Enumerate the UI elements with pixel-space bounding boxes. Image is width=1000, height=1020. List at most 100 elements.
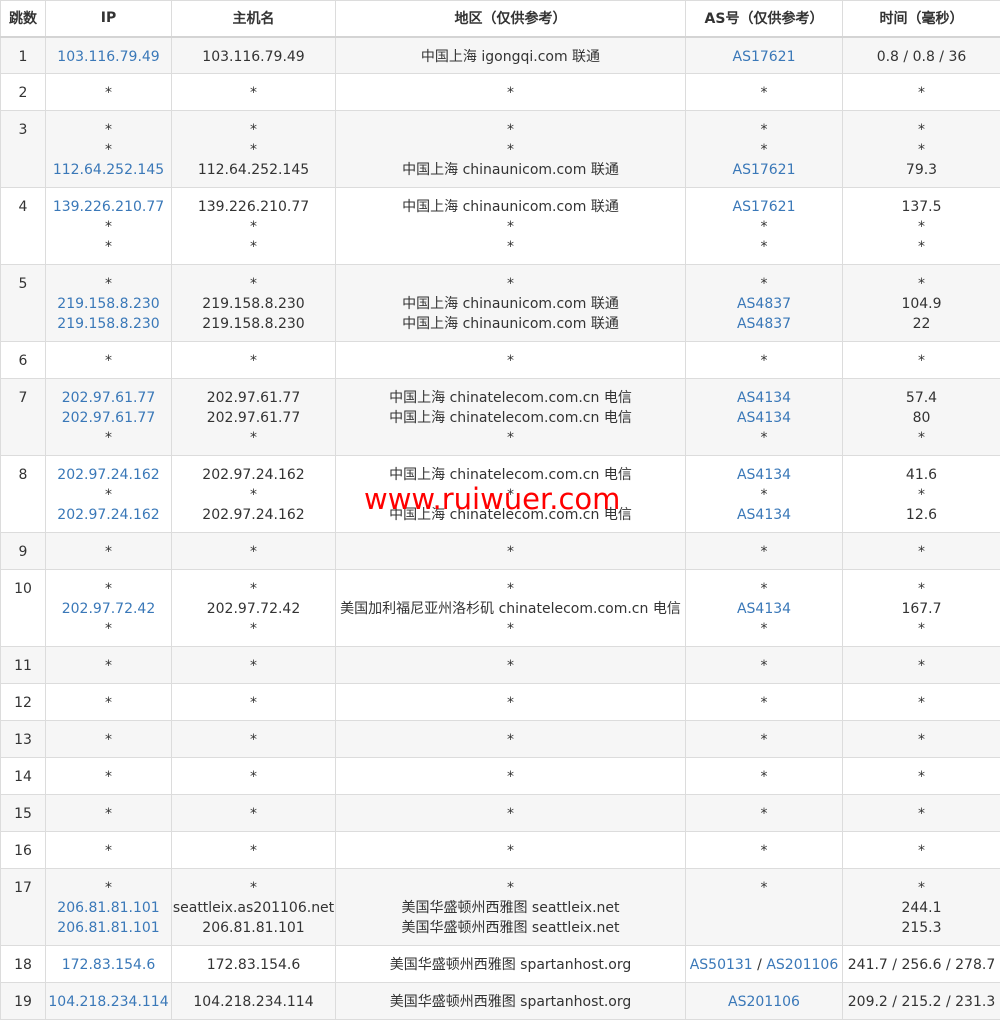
as-placeholder: *	[761, 239, 768, 255]
table-header-row: 跳数 IP 主机名 地区（仅供参考） AS号（仅供参考） 时间（毫秒）	[1, 1, 1000, 37]
as-cell: *	[686, 74, 843, 111]
as-cell: * AS4134 *	[686, 570, 843, 647]
ip-link[interactable]: 219.158.8.230	[46, 294, 171, 314]
hostname-text: 219.158.8.230	[172, 314, 335, 334]
as-line: *	[686, 693, 842, 713]
hostname-cell: *	[172, 647, 336, 684]
time-cell: 57.480*	[843, 379, 1000, 456]
as-cell: AS17621 * *	[686, 188, 843, 265]
as-number-link[interactable]: AS50131	[690, 957, 753, 973]
as-number-link[interactable]: AS17621	[733, 199, 796, 215]
ip-link[interactable]: 104.218.234.114	[46, 992, 171, 1012]
time-cell: *244.1215.3	[843, 869, 1000, 946]
as-number-link[interactable]: AS17621	[733, 162, 796, 178]
ip-link[interactable]: 139.226.210.77	[46, 197, 171, 217]
ip-link: *	[46, 120, 171, 140]
hop-number: 7	[19, 390, 28, 406]
as-number-link[interactable]: AS201106	[728, 994, 800, 1010]
hop-number: 12	[14, 695, 32, 711]
hop-cell: 5	[1, 265, 46, 342]
hostname-text: *	[172, 120, 335, 140]
time-text: *	[843, 656, 1000, 676]
region-text: 美国华盛顿州西雅图 seattleix.net	[336, 918, 685, 938]
hostname-text: 172.83.154.6	[172, 955, 335, 975]
as-cell: *	[686, 758, 843, 795]
ip-link[interactable]: 219.158.8.230	[46, 314, 171, 334]
time-text: *	[843, 140, 1000, 160]
as-number-link[interactable]: AS201106	[766, 957, 838, 973]
table-row: 12*****	[1, 684, 1000, 721]
ip-link[interactable]: 103.116.79.49	[46, 47, 171, 67]
region-cell: 美国华盛顿州西雅图 spartanhost.org	[336, 983, 686, 1020]
ip-link[interactable]: 202.97.24.162	[46, 505, 171, 525]
time-cell: 41.6*12.6	[843, 456, 1000, 533]
as-line: *	[686, 656, 842, 676]
time-text: *	[843, 274, 1000, 294]
as-cell: *	[686, 869, 843, 946]
as-number-link[interactable]: AS4134	[737, 601, 791, 617]
region-cell: 中国上海 chinaunicom.com 联通**	[336, 188, 686, 265]
as-number-link[interactable]: AS4837	[737, 296, 791, 312]
time-text: 22	[843, 314, 1000, 334]
ip-link[interactable]: 202.97.61.77	[46, 408, 171, 428]
as-placeholder: *	[761, 621, 768, 637]
as-placeholder: *	[761, 142, 768, 158]
ip-cell: *	[46, 721, 172, 758]
hop-number: 16	[14, 843, 32, 859]
hop-cell: 10	[1, 570, 46, 647]
as-line: *	[686, 579, 842, 599]
ip-link[interactable]: 206.81.81.101	[46, 918, 171, 938]
as-placeholder: *	[761, 219, 768, 235]
region-cell: *美国华盛顿州西雅图 seattleix.net美国华盛顿州西雅图 seattl…	[336, 869, 686, 946]
ip-cell: 202.97.24.162*202.97.24.162	[46, 456, 172, 533]
hostname-text: *	[172, 83, 335, 103]
region-text: *	[336, 841, 685, 861]
as-cell: *	[686, 721, 843, 758]
region-cell: **中国上海 chinaunicom.com 联通	[336, 111, 686, 188]
ip-link[interactable]: 202.97.72.42	[46, 599, 171, 619]
ip-link[interactable]: 172.83.154.6	[46, 955, 171, 975]
ip-link: *	[46, 140, 171, 160]
hostname-cell: 202.97.61.77202.97.61.77*	[172, 379, 336, 456]
as-cell: *	[686, 832, 843, 869]
ip-link[interactable]: 202.97.61.77	[46, 388, 171, 408]
hostname-text: *	[172, 140, 335, 160]
ip-link[interactable]: 112.64.252.145	[46, 160, 171, 180]
hop-cell: 8	[1, 456, 46, 533]
as-line	[686, 918, 842, 938]
as-number-link[interactable]: AS4134	[737, 507, 791, 523]
hop-number: 13	[14, 732, 32, 748]
region-text: *	[336, 693, 685, 713]
table-row: 5*219.158.8.230219.158.8.230*219.158.8.2…	[1, 265, 1000, 342]
as-number-link[interactable]: AS4134	[737, 467, 791, 483]
hop-cell: 17	[1, 869, 46, 946]
time-text: 209.2 / 215.2 / 231.3	[843, 992, 1000, 1012]
time-cell: 137.5**	[843, 188, 1000, 265]
as-number-link[interactable]: AS17621	[733, 49, 796, 65]
as-placeholder: *	[761, 430, 768, 446]
region-text: *	[336, 878, 685, 898]
ip-link[interactable]: 202.97.24.162	[46, 465, 171, 485]
ip-link[interactable]: 206.81.81.101	[46, 898, 171, 918]
table-row: 2*****	[1, 74, 1000, 111]
as-line: *	[686, 542, 842, 562]
as-number-link[interactable]: AS4134	[737, 390, 791, 406]
ip-cell: 139.226.210.77**	[46, 188, 172, 265]
hop-cell: 13	[1, 721, 46, 758]
time-text: 244.1	[843, 898, 1000, 918]
as-cell: *AS4837AS4837	[686, 265, 843, 342]
hostname-text: *	[172, 619, 335, 639]
as-number-link[interactable]: AS4837	[737, 316, 791, 332]
table-row: 18172.83.154.6172.83.154.6美国华盛顿州西雅图 spar…	[1, 946, 1000, 983]
hop-cell: 7	[1, 379, 46, 456]
region-text: *	[336, 351, 685, 371]
as-number-link[interactable]: AS4134	[737, 410, 791, 426]
region-text: *	[336, 656, 685, 676]
header-time: 时间（毫秒）	[843, 1, 1000, 37]
time-text: *	[843, 542, 1000, 562]
as-line: AS17621	[686, 197, 842, 217]
region-text: *	[336, 274, 685, 294]
hostname-text: *	[172, 656, 335, 676]
time-cell: *	[843, 795, 1000, 832]
hop-cell: 11	[1, 647, 46, 684]
